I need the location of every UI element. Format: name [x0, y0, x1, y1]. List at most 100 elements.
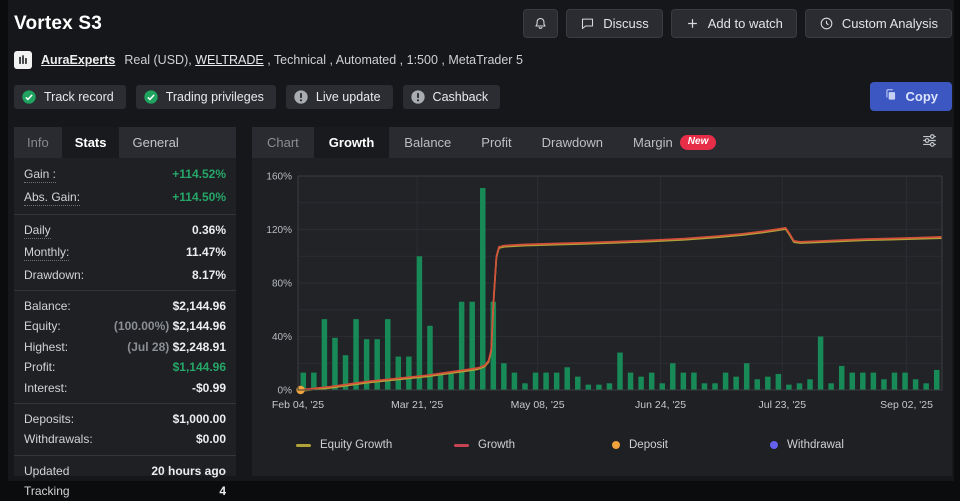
svg-text:Jun 24, '25: Jun 24, '25: [635, 399, 686, 411]
stat-value-main: -$0.99: [192, 381, 226, 395]
growth-chart[interactable]: 0%40%80%120%160%Feb 04, '25Mar 21, '25Ma…: [252, 158, 952, 429]
divider: [14, 290, 236, 291]
withdrawal-swatch: [770, 441, 778, 449]
chip-live-update[interactable]: Live update: [286, 85, 393, 109]
chip-label: Live update: [316, 90, 381, 104]
legend-label: Equity Growth: [320, 439, 392, 451]
stat-value: 11.47%: [186, 245, 226, 259]
tab-drawdown[interactable]: Drawdown: [527, 127, 618, 158]
provider-link[interactable]: AuraExperts: [41, 53, 115, 67]
tab-label: Growth: [329, 135, 375, 150]
stat-value: $2,144.96: [173, 299, 226, 313]
svg-text:Mar 21, '25: Mar 21, '25: [391, 399, 443, 411]
chart-panel: Chart Growth Balance ProfitDrawdown Margin Ne…: [252, 127, 952, 476]
account-row: AuraExperts Real (USD), WELTRADE , Techn…: [8, 38, 954, 69]
stat-label: Balance:: [24, 299, 71, 313]
stat-row-gain: Gain : +114.52%: [24, 164, 226, 186]
legend-deposit[interactable]: Deposit: [612, 439, 770, 451]
svg-text:May 08, '25: May 08, '25: [511, 399, 565, 411]
stat-row-deposits: Deposits:$1,000.00: [24, 409, 226, 429]
stat-value-main: 11.47%: [186, 245, 226, 259]
tab-balance[interactable]: Balance: [389, 127, 466, 158]
stat-label[interactable]: Monthly:: [24, 245, 69, 261]
svg-text:160%: 160%: [266, 172, 292, 183]
stat-label: Updated: [24, 464, 69, 478]
legend-label: Withdrawal: [787, 439, 844, 451]
divider: [14, 214, 236, 215]
chip-cashback[interactable]: Cashback: [403, 85, 501, 109]
page-title: Vortex S3: [14, 13, 102, 35]
legend-withdrawal[interactable]: Withdrawal: [770, 439, 928, 451]
stat-value-main: $1,000.00: [173, 412, 226, 426]
svg-text:Feb 04, '25: Feb 04, '25: [272, 399, 324, 411]
new-badge: New: [680, 135, 717, 150]
stat-row-interest: Interest:-$0.99: [24, 377, 226, 397]
stat-value: 4: [219, 484, 226, 498]
chip-label: Track record: [44, 90, 114, 104]
stat-value: (Jul 28) $2,248.91: [127, 340, 226, 354]
sidebar-tab-info[interactable]: Info: [14, 127, 62, 158]
equity-growth-swatch: [296, 444, 311, 447]
stat-label: Profit:: [24, 360, 55, 374]
discuss-button[interactable]: Discuss: [566, 9, 663, 38]
tab-label: Chart: [267, 135, 299, 150]
stat-value-muted: (Jul 28): [127, 340, 172, 354]
plus-icon: [685, 16, 700, 31]
custom-analysis-button[interactable]: Custom Analysis: [805, 9, 952, 38]
sidebar-tab-stats[interactable]: Stats: [62, 127, 120, 158]
add-to-watch-label: Add to watch: [708, 17, 783, 30]
tab-label: Balance: [404, 135, 451, 150]
tab-growth[interactable]: Growth: [314, 127, 390, 158]
chip-trading-privileges[interactable]: Trading privileges: [136, 85, 276, 109]
sliders-icon: [920, 131, 939, 155]
stat-value-main: +114.52%: [172, 167, 226, 181]
stat-value-main: 8.17%: [192, 268, 226, 282]
check-circle-icon: [143, 89, 159, 105]
tab-chart[interactable]: Chart: [252, 127, 314, 158]
tab-profit[interactable]: Profit: [466, 127, 526, 158]
svg-text:80%: 80%: [272, 279, 292, 290]
stat-label: Highest:: [24, 340, 68, 354]
bell-icon: [533, 16, 548, 31]
clock-icon: [819, 16, 834, 31]
legend-equity-growth[interactable]: Equity Growth: [296, 439, 454, 451]
chip-track-record[interactable]: Track record: [14, 85, 126, 109]
stat-label: Drawdown:: [24, 268, 84, 282]
chip-label: Cashback: [433, 90, 489, 104]
stats-list: Gain :+114.52%Abs. Gain:+114.50%Daily0.3…: [14, 158, 236, 501]
notifications-button[interactable]: [523, 9, 558, 38]
stat-value-main: +114.50%: [172, 190, 226, 204]
tab-margin[interactable]: Margin New: [618, 127, 731, 158]
stat-row-balance: Balance: $2,144.96: [24, 296, 226, 316]
stat-value: -$0.99: [192, 381, 226, 395]
broker-link[interactable]: WELTRADE: [195, 53, 264, 67]
discuss-label: Discuss: [603, 17, 649, 30]
provider-logo-icon: [14, 51, 32, 69]
stat-value-main: $2,144.96: [173, 299, 226, 313]
chart-settings-button[interactable]: [907, 127, 952, 158]
stat-value: +114.52%: [172, 167, 226, 181]
stat-label[interactable]: Gain :: [24, 167, 56, 183]
stat-value-main: $2,144.96: [173, 319, 226, 333]
main-content: InfoStatsGeneral Gain : +114.52% Abs. Gain…: [14, 127, 952, 476]
copy-icon: [884, 88, 898, 105]
stat-value: +114.50%: [172, 190, 226, 204]
stat-row-drawdown: Drawdown: 8.17%: [24, 265, 226, 285]
copy-button[interactable]: Copy: [870, 82, 953, 111]
deposit-swatch: [612, 441, 620, 449]
stat-value-main: 20 hours ago: [151, 464, 226, 478]
account-meta-after: , Technical , Automated , 1:500 , MetaTr…: [264, 53, 523, 67]
stat-value-main: $2,248.91: [173, 340, 226, 354]
badges-row: Track record Trading privileges Live updat…: [8, 69, 954, 111]
add-to-watch-button[interactable]: Add to watch: [671, 9, 797, 38]
status-chips: Track record Trading privileges Live updat…: [14, 85, 500, 109]
chat-icon: [580, 16, 595, 31]
sidebar-tab-general[interactable]: General: [119, 127, 191, 158]
stat-row-updated: Updated 20 hours ago: [24, 461, 226, 481]
legend-growth[interactable]: Growth: [454, 439, 612, 451]
svg-text:Jul 23, '25: Jul 23, '25: [759, 399, 807, 411]
stat-label[interactable]: Abs. Gain:: [24, 190, 80, 206]
tab-label: Margin: [633, 135, 673, 150]
stat-label[interactable]: Daily: [24, 223, 51, 239]
warn-circle-icon: [293, 89, 309, 105]
